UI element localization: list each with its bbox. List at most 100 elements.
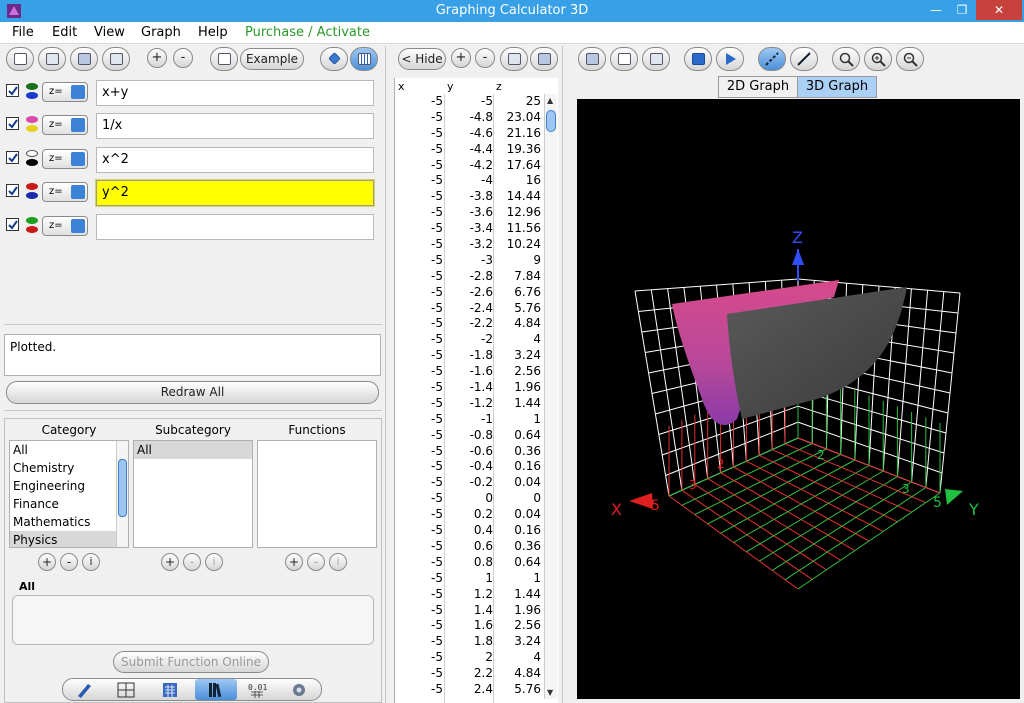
- category-item[interactable]: Finance: [10, 495, 128, 513]
- table-cell-z[interactable]: 1.44: [493, 396, 541, 410]
- table-row[interactable]: -5 2.2 4.84: [395, 666, 547, 682]
- table-row[interactable]: -5 -2.2 4.84: [395, 316, 547, 332]
- table-cell-z[interactable]: 23.04: [493, 110, 541, 124]
- table-cell-z[interactable]: 14.44: [493, 189, 541, 203]
- function-1-type-select[interactable]: z=: [42, 82, 88, 102]
- table-row[interactable]: -5 -4.2 17.64: [395, 158, 547, 174]
- right-splitter[interactable]: [562, 46, 570, 703]
- table-cell-x[interactable]: -5: [395, 253, 443, 267]
- table-row[interactable]: -5 -0.2 0.04: [395, 475, 547, 491]
- table-cell-z[interactable]: 0.16: [493, 459, 541, 473]
- line-tool-button[interactable]: [790, 47, 818, 71]
- table-cell-z[interactable]: 25: [493, 94, 541, 108]
- table-cell-x[interactable]: -5: [395, 571, 443, 585]
- table-cell-x[interactable]: -5: [395, 634, 443, 648]
- function-5-input[interactable]: [96, 214, 374, 240]
- table-cell-x[interactable]: -5: [395, 666, 443, 680]
- table-row[interactable]: -5 1 1: [395, 571, 547, 587]
- table-cell-y[interactable]: -4: [445, 173, 493, 187]
- function-2-color-swatch[interactable]: [26, 116, 38, 134]
- category-item[interactable]: Mathematics: [10, 513, 128, 531]
- add-function-button[interactable]: +: [147, 48, 167, 68]
- function-4-type-select[interactable]: z=: [42, 182, 88, 202]
- table-cell-z[interactable]: 17.64: [493, 158, 541, 172]
- table-cell-x[interactable]: -5: [395, 269, 443, 283]
- function-3-color-swatch[interactable]: [26, 150, 38, 168]
- category-scrollbar[interactable]: [116, 441, 128, 547]
- table-cell-z[interactable]: 3.24: [493, 348, 541, 362]
- table-cell-x[interactable]: -5: [395, 459, 443, 473]
- table-save-button[interactable]: [530, 47, 558, 71]
- table-cell-z[interactable]: 11.56: [493, 221, 541, 235]
- function-5-color-swatch[interactable]: [26, 217, 38, 235]
- table-cell-x[interactable]: -5: [395, 475, 443, 489]
- pin-button[interactable]: [320, 47, 348, 71]
- table-cell-y[interactable]: 2.2: [445, 666, 493, 680]
- function-1-checkbox[interactable]: [6, 84, 19, 97]
- table-cell-x[interactable]: -5: [395, 285, 443, 299]
- close-button[interactable]: ✕: [976, 0, 1022, 20]
- table-row[interactable]: -5 -0.8 0.64: [395, 428, 547, 444]
- table-cell-y[interactable]: -3.4: [445, 221, 493, 235]
- table-row[interactable]: -5 -0.6 0.36: [395, 444, 547, 460]
- hide-table-button[interactable]: < Hide: [398, 48, 446, 70]
- zoom-button[interactable]: [832, 47, 860, 71]
- table-cell-x[interactable]: -5: [395, 126, 443, 140]
- table-cell-z[interactable]: 4: [493, 650, 541, 664]
- table-cell-x[interactable]: -5: [395, 539, 443, 553]
- table-cell-z[interactable]: 4.84: [493, 666, 541, 680]
- table-cell-z[interactable]: 19.36: [493, 142, 541, 156]
- table-row[interactable]: -5 -1.2 1.44: [395, 396, 547, 412]
- table-cell-y[interactable]: 0: [445, 491, 493, 505]
- table-row[interactable]: -5 -3.4 11.56: [395, 221, 547, 237]
- table-row[interactable]: -5 -3.6 12.96: [395, 205, 547, 221]
- table-cell-z[interactable]: 12.96: [493, 205, 541, 219]
- table-cell-y[interactable]: 2: [445, 650, 493, 664]
- table-row[interactable]: -5 -2.4 5.76: [395, 301, 547, 317]
- trace-button[interactable]: [758, 47, 786, 71]
- table-row[interactable]: -5 -2 4: [395, 332, 547, 348]
- table-cell-x[interactable]: -5: [395, 316, 443, 330]
- function-2-type-select[interactable]: z=: [42, 115, 88, 135]
- table-cell-x[interactable]: -5: [395, 332, 443, 346]
- table-cell-x[interactable]: -5: [395, 110, 443, 124]
- table-cell-z[interactable]: 2.56: [493, 618, 541, 632]
- table-row[interactable]: -5 -2.6 6.76: [395, 285, 547, 301]
- table-cell-x[interactable]: -5: [395, 428, 443, 442]
- table-cell-y[interactable]: -3.8: [445, 189, 493, 203]
- table-cell-y[interactable]: -4.8: [445, 110, 493, 124]
- table-cell-x[interactable]: -5: [395, 221, 443, 235]
- table-cell-y[interactable]: -0.4: [445, 459, 493, 473]
- save-button[interactable]: [70, 47, 98, 71]
- table-cell-y[interactable]: -4.4: [445, 142, 493, 156]
- table-add-button[interactable]: +: [451, 48, 471, 68]
- table-row[interactable]: -5 -4.4 19.36: [395, 142, 547, 158]
- function-3-checkbox[interactable]: [6, 151, 19, 164]
- table-scrollbar[interactable]: ▲ ▼: [544, 94, 557, 699]
- submit-function-online-button[interactable]: Submit Function Online: [113, 651, 269, 673]
- table-cell-y[interactable]: -2.4: [445, 301, 493, 315]
- table-cell-y[interactable]: -2.2: [445, 316, 493, 330]
- subcategory-item[interactable]: All: [134, 441, 252, 459]
- table-row[interactable]: -5 -1.4 1.96: [395, 380, 547, 396]
- table-cell-y[interactable]: -2.6: [445, 285, 493, 299]
- graph-print-button[interactable]: [642, 47, 670, 71]
- table-cell-x[interactable]: -5: [395, 618, 443, 632]
- scroll-down-icon[interactable]: ▼: [547, 688, 553, 697]
- table-cell-z[interactable]: 0.64: [493, 428, 541, 442]
- scrollbar-thumb[interactable]: [118, 459, 127, 517]
- table-cell-x[interactable]: -5: [395, 237, 443, 251]
- table-cell-z[interactable]: 0.36: [493, 539, 541, 553]
- graph-3d-canvas[interactable]: Z X 5 Y 5 3 3 2 2: [577, 99, 1020, 699]
- menu-file[interactable]: File: [12, 25, 34, 40]
- table-cell-x[interactable]: -5: [395, 142, 443, 156]
- table-cell-x[interactable]: -5: [395, 444, 443, 458]
- table-cell-y[interactable]: -4.2: [445, 158, 493, 172]
- table-row[interactable]: -5 1.6 2.56: [395, 618, 547, 634]
- table-row[interactable]: -5 2 4: [395, 650, 547, 666]
- table-row[interactable]: -5 1.4 1.96: [395, 603, 547, 619]
- table-cell-x[interactable]: -5: [395, 301, 443, 315]
- table-remove-button[interactable]: -: [475, 48, 495, 68]
- table-row[interactable]: -5 -4.8 23.04: [395, 110, 547, 126]
- table-row[interactable]: -5 -1.8 3.24: [395, 348, 547, 364]
